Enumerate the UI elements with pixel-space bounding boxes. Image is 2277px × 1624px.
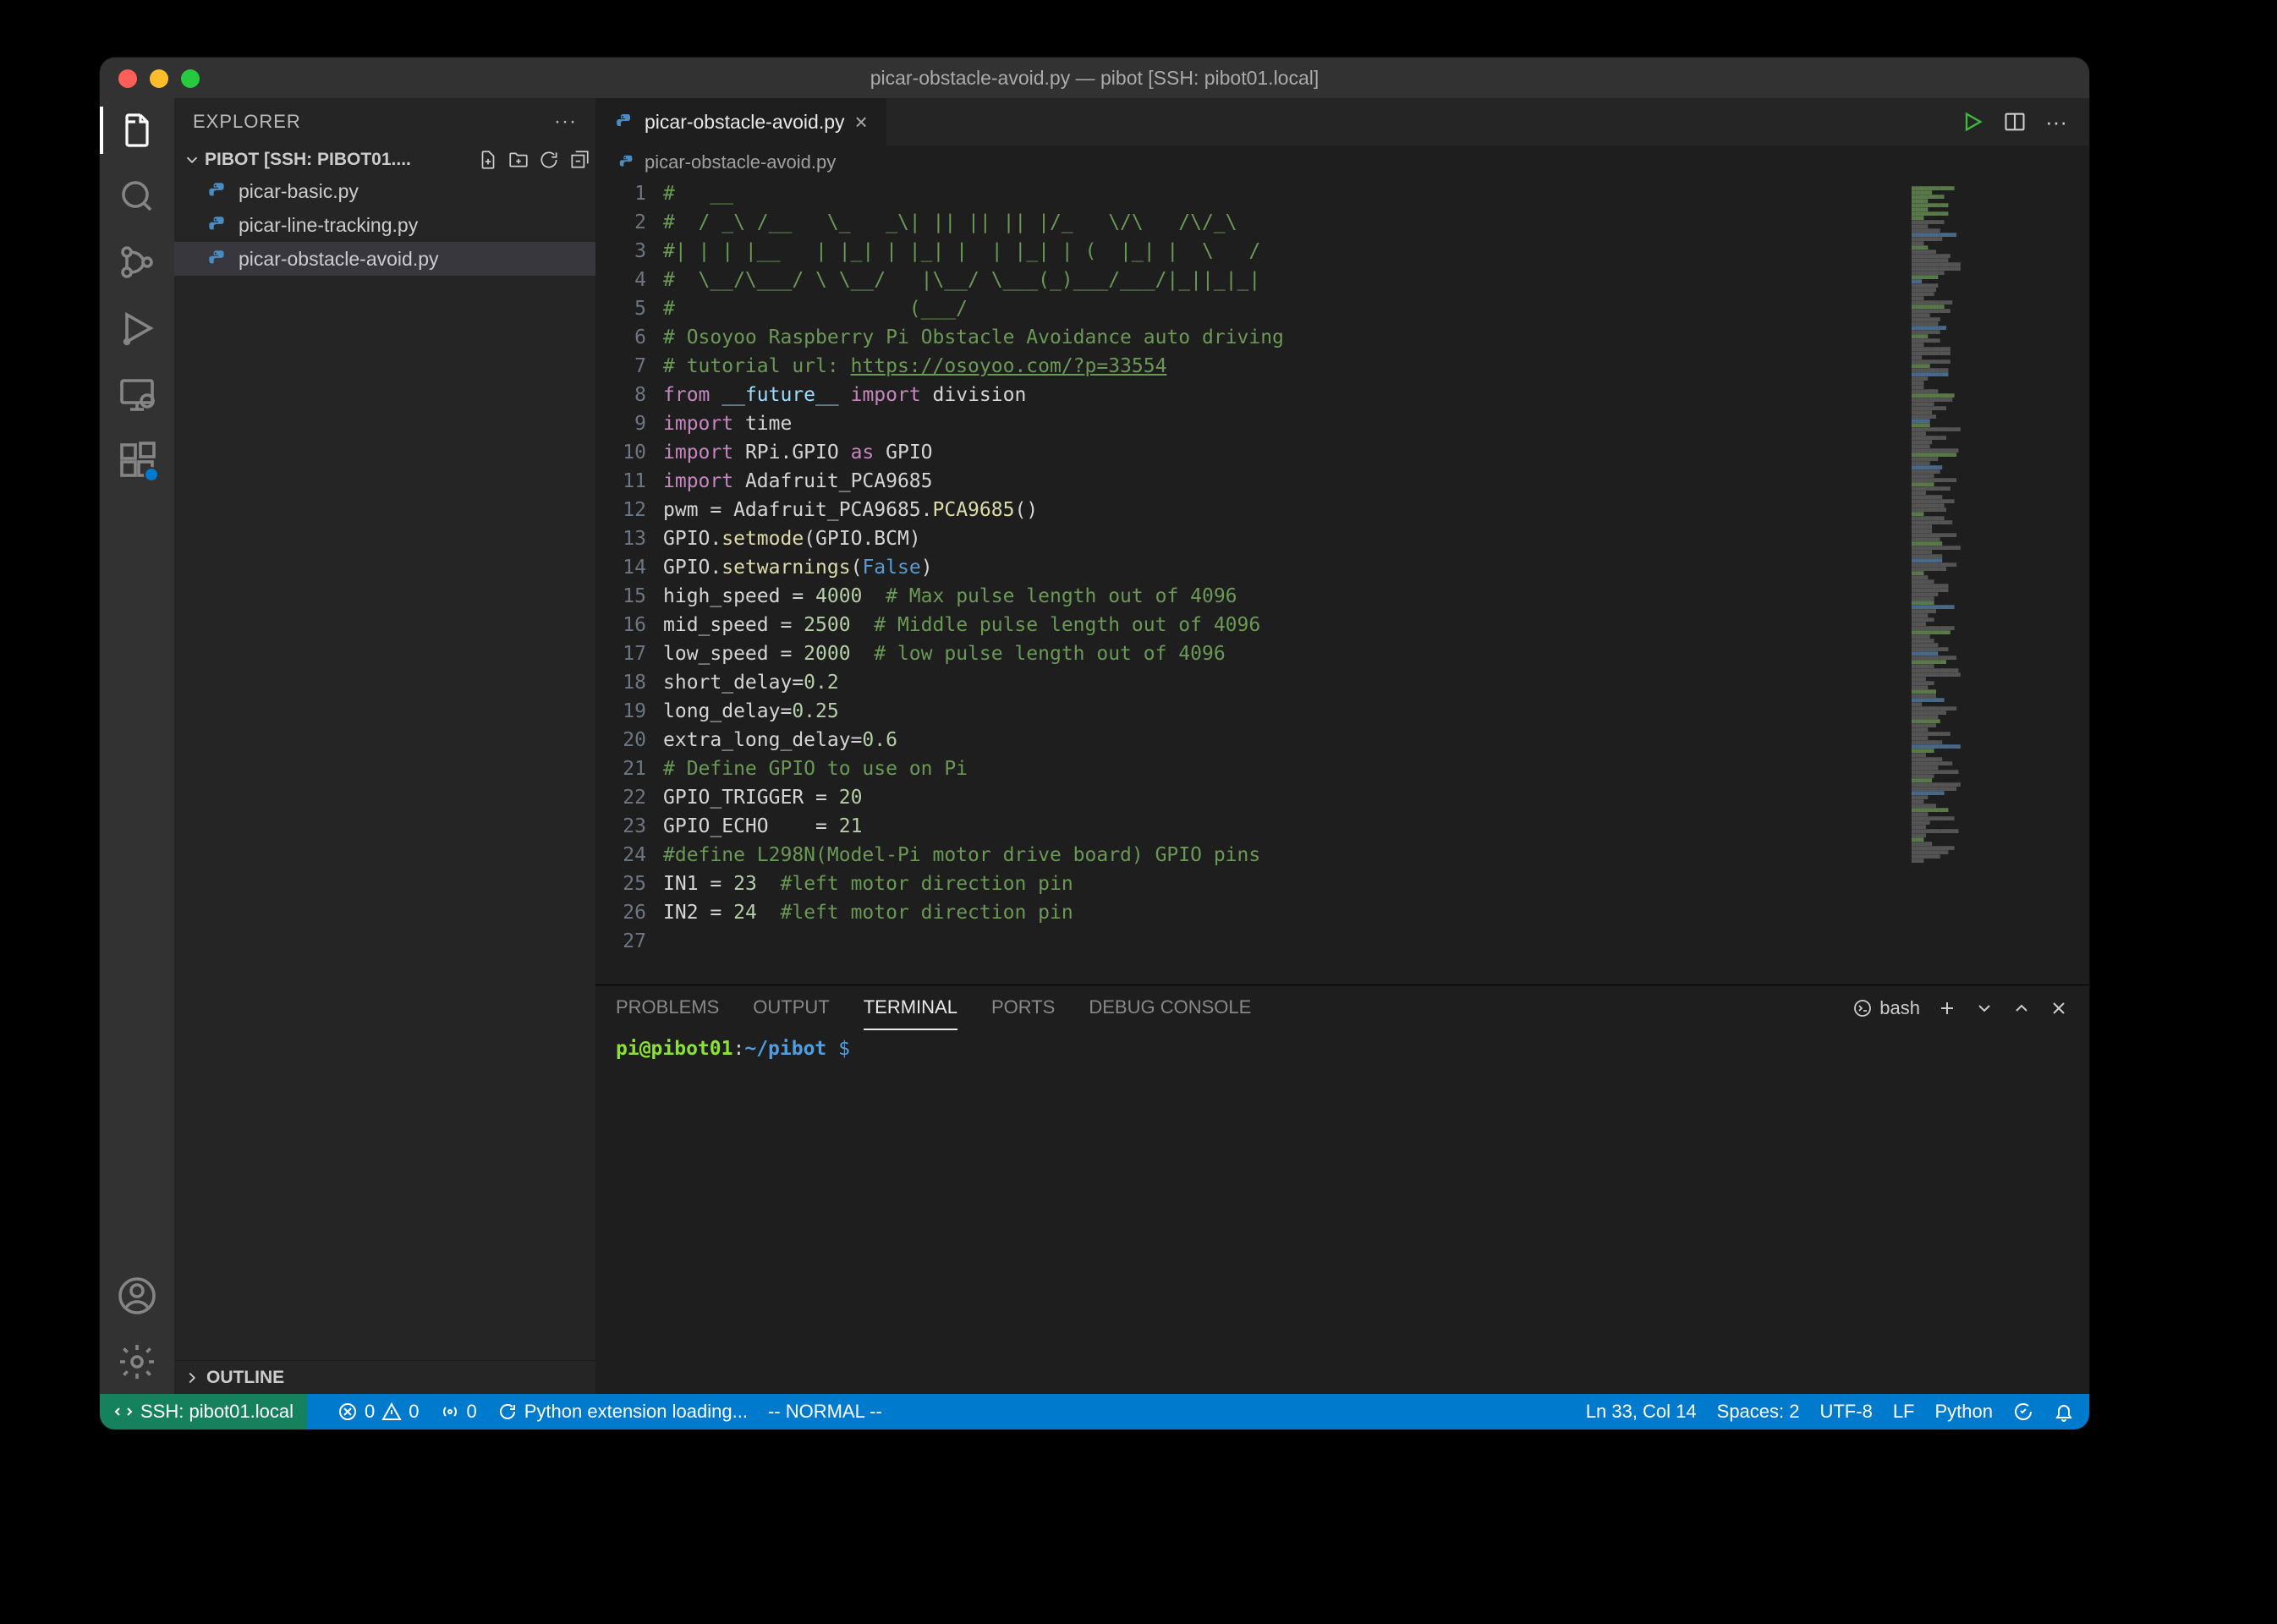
- terminal-shell-name: bash: [1879, 997, 1920, 1019]
- editor-group: picar-obstacle-avoid.py × ···: [595, 98, 2089, 1394]
- code-editor[interactable]: 1234567891011121314151617181920212223242…: [595, 179, 2089, 985]
- terminal-body[interactable]: pi@pibot01:~/pibot $: [595, 1031, 2089, 1394]
- status-language[interactable]: Python: [1935, 1401, 1994, 1423]
- close-panel-icon[interactable]: [2049, 998, 2069, 1018]
- file-name: picar-basic.py: [239, 180, 359, 203]
- explorer-folder-name: PIBOT [SSH: PIBOT01....: [205, 150, 411, 170]
- activity-bar: [100, 98, 174, 1394]
- status-vim-mode: -- NORMAL --: [768, 1401, 882, 1423]
- terminal-profile[interactable]: bash: [1852, 997, 1920, 1019]
- terminal-prompt-path: ~/pibot: [744, 1038, 826, 1060]
- remote-explorer-activity-icon[interactable]: [117, 374, 157, 414]
- settings-activity-icon[interactable]: [117, 1341, 157, 1382]
- new-terminal-icon[interactable]: [1937, 998, 1957, 1018]
- editor-more-icon[interactable]: ···: [2045, 110, 2069, 134]
- status-loading-text: Python extension loading...: [524, 1401, 748, 1423]
- run-file-icon[interactable]: [1961, 110, 1984, 134]
- python-file-icon: [614, 112, 634, 132]
- sidebar: EXPLORER ··· PIBOT [SSH: PIBOT01....: [174, 98, 595, 1394]
- status-eol[interactable]: LF: [1893, 1401, 1915, 1423]
- maximize-window-button[interactable]: [181, 69, 200, 88]
- python-file-icon: [206, 214, 228, 236]
- sidebar-more-icon[interactable]: ···: [554, 110, 577, 134]
- python-file-icon: [206, 248, 228, 270]
- chevron-down-icon: [183, 151, 201, 169]
- status-encoding[interactable]: UTF-8: [1819, 1401, 1872, 1423]
- close-window-button[interactable]: [118, 69, 137, 88]
- new-file-icon[interactable]: [477, 149, 499, 171]
- status-problems[interactable]: 0 0: [337, 1401, 420, 1423]
- status-ports[interactable]: 0: [440, 1401, 477, 1423]
- file-name: picar-obstacle-avoid.py: [239, 248, 439, 271]
- status-notifications-icon[interactable]: [2054, 1402, 2074, 1422]
- explorer-folder-header[interactable]: PIBOT [SSH: PIBOT01....: [174, 145, 595, 174]
- breadcrumb[interactable]: picar-obstacle-avoid.py: [595, 145, 2089, 179]
- minimap[interactable]: ████████████████████████████████████████…: [1907, 179, 2089, 985]
- sidebar-title: EXPLORER: [193, 111, 301, 133]
- python-file-icon: [206, 180, 228, 202]
- search-activity-icon[interactable]: [117, 176, 157, 217]
- tab-label: picar-obstacle-avoid.py: [645, 111, 845, 134]
- python-file-icon: [617, 153, 636, 172]
- explorer-folder-actions: [477, 149, 590, 171]
- status-port-count: 0: [467, 1401, 477, 1423]
- file-name: picar-line-tracking.py: [239, 214, 418, 237]
- maximize-panel-icon[interactable]: [2011, 998, 2032, 1018]
- status-vim-label: -- NORMAL --: [768, 1401, 882, 1423]
- status-indentation[interactable]: Spaces: 2: [1717, 1401, 1800, 1423]
- status-feedback-icon[interactable]: [2013, 1402, 2033, 1422]
- file-item[interactable]: picar-basic.py: [174, 174, 595, 208]
- file-item[interactable]: picar-obstacle-avoid.py: [174, 242, 595, 276]
- window-title: picar-obstacle-avoid.py — pibot [SSH: pi…: [870, 67, 1320, 90]
- terminal-prompt-user: pi@pibot01: [616, 1038, 732, 1060]
- vscode-window: picar-obstacle-avoid.py — pibot [SSH: pi…: [100, 58, 2089, 1429]
- outline-label: OUTLINE: [206, 1368, 284, 1388]
- panel-tab-problems[interactable]: PROBLEMS: [616, 986, 719, 1030]
- panel-tab-output[interactable]: OUTPUT: [753, 986, 829, 1030]
- status-python-loading[interactable]: Python extension loading...: [497, 1401, 748, 1423]
- split-editor-icon[interactable]: [2003, 110, 2027, 134]
- code-content[interactable]: # __ # / _\ /__ \_ _\| || || || |/_ \/\ …: [663, 179, 1907, 985]
- file-list: picar-basic.py picar-line-tracking.py pi…: [174, 174, 595, 1360]
- panel-tab-debug[interactable]: DEBUG CONSOLE: [1089, 986, 1251, 1030]
- line-number-gutter: 1234567891011121314151617181920212223242…: [595, 179, 663, 985]
- extensions-update-badge: [144, 467, 159, 482]
- explorer-activity-icon[interactable]: [117, 110, 157, 151]
- refresh-icon[interactable]: [538, 149, 560, 171]
- panel-tab-bar: PROBLEMS OUTPUT TERMINAL PORTS DEBUG CON…: [595, 985, 2089, 1031]
- run-debug-activity-icon[interactable]: [117, 308, 157, 348]
- status-error-count: 0: [365, 1401, 375, 1423]
- tab-bar: picar-obstacle-avoid.py × ···: [595, 98, 2089, 145]
- breadcrumb-file: picar-obstacle-avoid.py: [645, 151, 836, 173]
- chevron-right-icon: [183, 1369, 201, 1387]
- status-remote[interactable]: SSH: pibot01.local: [100, 1394, 307, 1429]
- collapse-all-icon[interactable]: [568, 149, 590, 171]
- status-remote-label: SSH: pibot01.local: [140, 1401, 294, 1423]
- editor-actions: ···: [1940, 98, 2089, 145]
- extensions-activity-icon[interactable]: [117, 440, 157, 480]
- terminal-prompt-sigil: $: [826, 1038, 850, 1060]
- new-folder-icon[interactable]: [508, 149, 529, 171]
- status-warning-count: 0: [409, 1401, 419, 1423]
- titlebar: picar-obstacle-avoid.py — pibot [SSH: pi…: [100, 58, 2089, 98]
- panel-tab-ports[interactable]: PORTS: [991, 986, 1055, 1030]
- split-terminal-chevron-icon[interactable]: [1974, 998, 1994, 1018]
- status-bar: SSH: pibot01.local 0 0 0 Python extensio…: [100, 1394, 2089, 1429]
- editor-tab[interactable]: picar-obstacle-avoid.py ×: [595, 98, 887, 145]
- accounts-activity-icon[interactable]: [117, 1276, 157, 1316]
- outline-section-header[interactable]: OUTLINE: [174, 1360, 595, 1394]
- panel-tab-terminal[interactable]: TERMINAL: [864, 986, 957, 1030]
- panel: PROBLEMS OUTPUT TERMINAL PORTS DEBUG CON…: [595, 985, 2089, 1394]
- bash-shell-icon: [1852, 998, 1873, 1018]
- minimize-window-button[interactable]: [150, 69, 168, 88]
- sidebar-header: EXPLORER ···: [174, 98, 595, 145]
- traffic-lights: [118, 69, 200, 88]
- source-control-activity-icon[interactable]: [117, 242, 157, 283]
- close-tab-icon[interactable]: ×: [855, 109, 868, 135]
- file-item[interactable]: picar-line-tracking.py: [174, 208, 595, 242]
- status-cursor-position[interactable]: Ln 33, Col 14: [1586, 1401, 1697, 1423]
